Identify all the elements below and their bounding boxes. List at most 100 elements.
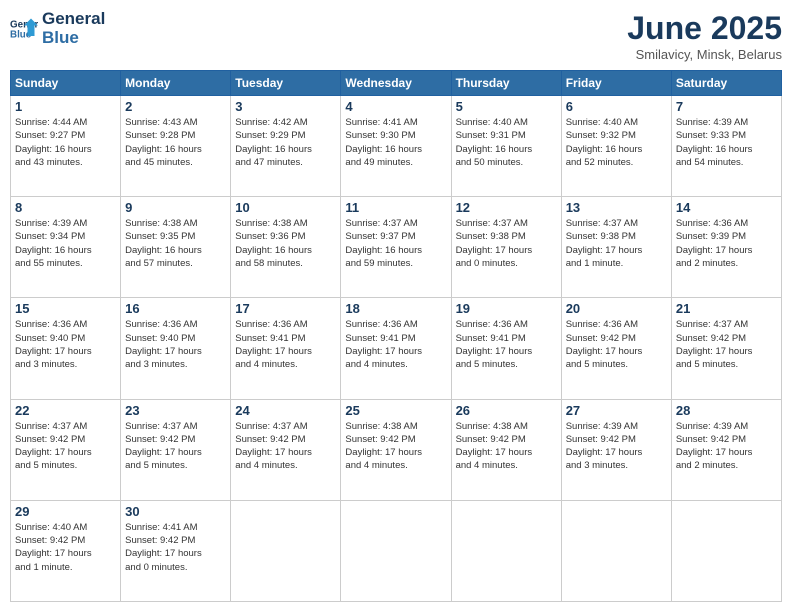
calendar-cell: 29 Sunrise: 4:40 AM Sunset: 9:42 PM Dayli… <box>11 500 121 601</box>
day-info: Sunrise: 4:36 AM Sunset: 9:41 PM Dayligh… <box>456 318 557 371</box>
day-info: Sunrise: 4:39 AM Sunset: 9:42 PM Dayligh… <box>676 420 777 473</box>
calendar-cell: 1Sunrise: 4:44 AM Sunset: 9:27 PM Daylig… <box>11 96 121 197</box>
calendar-cell: 6Sunrise: 4:40 AM Sunset: 9:32 PM Daylig… <box>561 96 671 197</box>
day-number: 30 <box>125 504 226 519</box>
day-number: 9 <box>125 200 226 215</box>
day-number: 18 <box>345 301 446 316</box>
day-info: Sunrise: 4:36 AM Sunset: 9:40 PM Dayligh… <box>125 318 226 371</box>
weekday-header-monday: Monday <box>121 71 231 96</box>
day-number: 7 <box>676 99 777 114</box>
day-number: 20 <box>566 301 667 316</box>
day-number: 17 <box>235 301 336 316</box>
day-info: Sunrise: 4:36 AM Sunset: 9:41 PM Dayligh… <box>345 318 446 371</box>
day-info: Sunrise: 4:41 AM Sunset: 9:30 PM Dayligh… <box>345 116 446 169</box>
page: General Blue General Blue June 2025 Smil… <box>0 0 792 612</box>
calendar-cell: 23 Sunrise: 4:37 AM Sunset: 9:42 PM Dayli… <box>121 399 231 500</box>
month-title: June 2025 <box>627 10 782 47</box>
day-number: 5 <box>456 99 557 114</box>
day-info: Sunrise: 4:36 AM Sunset: 9:40 PM Dayligh… <box>15 318 116 371</box>
day-number: 23 <box>125 403 226 418</box>
weekday-header-row: SundayMondayTuesdayWednesdayThursdayFrid… <box>11 71 782 96</box>
calendar-cell: 30Sunrise: 4:41 AM Sunset: 9:42 PM Dayli… <box>121 500 231 601</box>
day-number: 13 <box>566 200 667 215</box>
day-info: Sunrise: 4:38 AM Sunset: 9:42 PM Dayligh… <box>345 420 446 473</box>
day-number: 11 <box>345 200 446 215</box>
calendar-cell: 4 Sunrise: 4:41 AM Sunset: 9:30 PM Daylig… <box>341 96 451 197</box>
calendar-cell: 17 Sunrise: 4:36 AM Sunset: 9:41 PM Dayli… <box>231 298 341 399</box>
calendar-cell: 11 Sunrise: 4:37 AM Sunset: 9:37 PM Dayli… <box>341 197 451 298</box>
weekday-header-friday: Friday <box>561 71 671 96</box>
calendar-cell: 14 Sunrise: 4:36 AM Sunset: 9:39 PM Dayli… <box>671 197 781 298</box>
title-block: June 2025 Smilavicy, Minsk, Belarus <box>627 10 782 62</box>
logo: General Blue General Blue <box>10 10 105 47</box>
calendar-cell: 10 Sunrise: 4:38 AM Sunset: 9:36 PM Dayli… <box>231 197 341 298</box>
weekday-header-wednesday: Wednesday <box>341 71 451 96</box>
day-info: Sunrise: 4:43 AM Sunset: 9:28 PM Dayligh… <box>125 116 226 169</box>
weekday-header-tuesday: Tuesday <box>231 71 341 96</box>
calendar-cell: 8Sunrise: 4:39 AM Sunset: 9:34 PM Daylig… <box>11 197 121 298</box>
day-info: Sunrise: 4:38 AM Sunset: 9:35 PM Dayligh… <box>125 217 226 270</box>
day-number: 12 <box>456 200 557 215</box>
day-number: 29 <box>15 504 116 519</box>
day-info: Sunrise: 4:36 AM Sunset: 9:41 PM Dayligh… <box>235 318 336 371</box>
day-info: Sunrise: 4:38 AM Sunset: 9:42 PM Dayligh… <box>456 420 557 473</box>
calendar-cell: 12Sunrise: 4:37 AM Sunset: 9:38 PM Dayli… <box>451 197 561 298</box>
day-info: Sunrise: 4:37 AM Sunset: 9:42 PM Dayligh… <box>125 420 226 473</box>
day-number: 2 <box>125 99 226 114</box>
calendar-cell: 9 Sunrise: 4:38 AM Sunset: 9:35 PM Daylig… <box>121 197 231 298</box>
day-number: 19 <box>456 301 557 316</box>
calendar-cell: 13 Sunrise: 4:37 AM Sunset: 9:38 PM Dayli… <box>561 197 671 298</box>
calendar-cell: 16Sunrise: 4:36 AM Sunset: 9:40 PM Dayli… <box>121 298 231 399</box>
day-info: Sunrise: 4:38 AM Sunset: 9:36 PM Dayligh… <box>235 217 336 270</box>
logo-text: General Blue <box>42 10 105 47</box>
week-row-2: 8Sunrise: 4:39 AM Sunset: 9:34 PM Daylig… <box>11 197 782 298</box>
week-row-1: 1Sunrise: 4:44 AM Sunset: 9:27 PM Daylig… <box>11 96 782 197</box>
day-number: 27 <box>566 403 667 418</box>
logo-line2: Blue <box>42 29 105 48</box>
day-info: Sunrise: 4:37 AM Sunset: 9:42 PM Dayligh… <box>235 420 336 473</box>
logo-icon: General Blue <box>10 15 38 43</box>
day-info: Sunrise: 4:36 AM Sunset: 9:42 PM Dayligh… <box>566 318 667 371</box>
day-info: Sunrise: 4:40 AM Sunset: 9:31 PM Dayligh… <box>456 116 557 169</box>
calendar-table: SundayMondayTuesdayWednesdayThursdayFrid… <box>10 70 782 602</box>
day-number: 21 <box>676 301 777 316</box>
calendar-cell: 2 Sunrise: 4:43 AM Sunset: 9:28 PM Daylig… <box>121 96 231 197</box>
day-info: Sunrise: 4:40 AM Sunset: 9:42 PM Dayligh… <box>15 521 116 574</box>
day-info: Sunrise: 4:37 AM Sunset: 9:37 PM Dayligh… <box>345 217 446 270</box>
week-row-3: 15 Sunrise: 4:36 AM Sunset: 9:40 PM Dayli… <box>11 298 782 399</box>
calendar-cell: 24 Sunrise: 4:37 AM Sunset: 9:42 PM Dayli… <box>231 399 341 500</box>
day-number: 28 <box>676 403 777 418</box>
logo-line1: General <box>42 10 105 29</box>
week-row-5: 29 Sunrise: 4:40 AM Sunset: 9:42 PM Dayli… <box>11 500 782 601</box>
day-info: Sunrise: 4:37 AM Sunset: 9:38 PM Dayligh… <box>566 217 667 270</box>
calendar-cell: 21Sunrise: 4:37 AM Sunset: 9:42 PM Dayli… <box>671 298 781 399</box>
day-number: 15 <box>15 301 116 316</box>
calendar-cell: 15 Sunrise: 4:36 AM Sunset: 9:40 PM Dayli… <box>11 298 121 399</box>
day-number: 22 <box>15 403 116 418</box>
week-row-4: 22 Sunrise: 4:37 AM Sunset: 9:42 PM Dayli… <box>11 399 782 500</box>
day-number: 8 <box>15 200 116 215</box>
calendar-cell: 26 Sunrise: 4:38 AM Sunset: 9:42 PM Dayli… <box>451 399 561 500</box>
day-info: Sunrise: 4:44 AM Sunset: 9:27 PM Dayligh… <box>15 116 116 169</box>
day-number: 26 <box>456 403 557 418</box>
day-number: 25 <box>345 403 446 418</box>
day-number: 10 <box>235 200 336 215</box>
calendar-cell: 19 Sunrise: 4:36 AM Sunset: 9:41 PM Dayli… <box>451 298 561 399</box>
day-number: 14 <box>676 200 777 215</box>
day-number: 24 <box>235 403 336 418</box>
day-number: 3 <box>235 99 336 114</box>
day-info: Sunrise: 4:36 AM Sunset: 9:39 PM Dayligh… <box>676 217 777 270</box>
weekday-header-sunday: Sunday <box>11 71 121 96</box>
day-info: Sunrise: 4:40 AM Sunset: 9:32 PM Dayligh… <box>566 116 667 169</box>
calendar-cell <box>231 500 341 601</box>
weekday-header-thursday: Thursday <box>451 71 561 96</box>
day-number: 4 <box>345 99 446 114</box>
calendar-cell: 7Sunrise: 4:39 AM Sunset: 9:33 PM Daylig… <box>671 96 781 197</box>
calendar-cell <box>451 500 561 601</box>
calendar-cell: 22Sunrise: 4:37 AM Sunset: 9:42 PM Dayli… <box>11 399 121 500</box>
weekday-header-saturday: Saturday <box>671 71 781 96</box>
day-info: Sunrise: 4:42 AM Sunset: 9:29 PM Dayligh… <box>235 116 336 169</box>
calendar-cell: 25 Sunrise: 4:38 AM Sunset: 9:42 PM Dayli… <box>341 399 451 500</box>
calendar-cell: 28 Sunrise: 4:39 AM Sunset: 9:42 PM Dayli… <box>671 399 781 500</box>
calendar-cell: 5 Sunrise: 4:40 AM Sunset: 9:31 PM Daylig… <box>451 96 561 197</box>
